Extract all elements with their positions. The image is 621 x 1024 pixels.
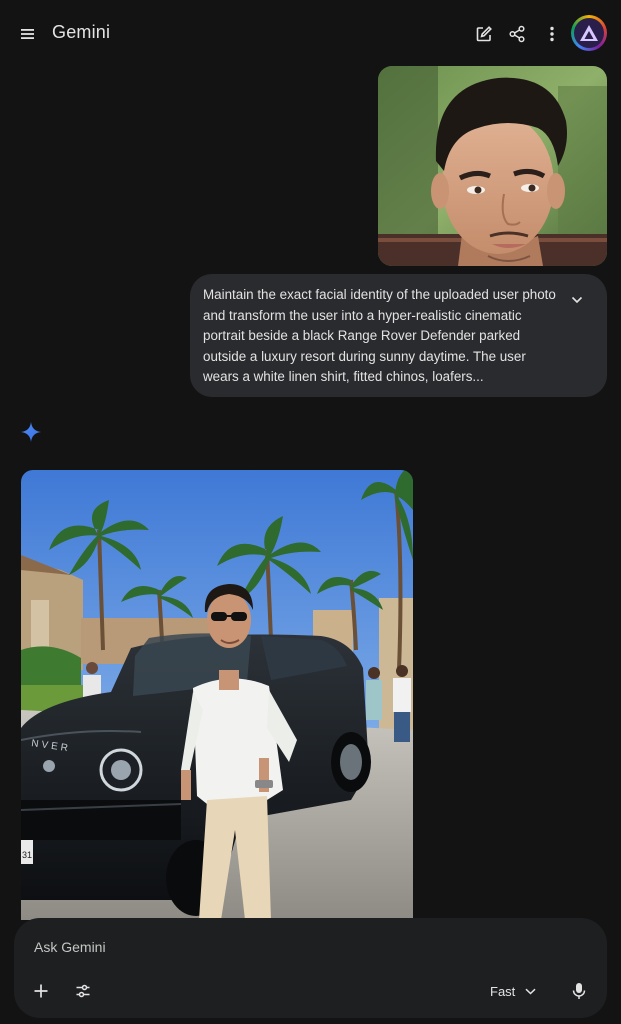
user-uploaded-photo[interactable] — [378, 66, 607, 266]
tools-button[interactable] — [70, 978, 96, 1004]
plate-text: 31 — [22, 850, 32, 860]
share-icon — [509, 25, 525, 43]
microphone-button[interactable] — [566, 978, 592, 1004]
app-title: Gemini — [52, 22, 111, 42]
user-prompt-text: Maintain the exact facial identity of th… — [203, 287, 556, 384]
expand-prompt-button[interactable] — [567, 290, 587, 310]
add-button[interactable] — [28, 978, 54, 1004]
mode-selector[interactable]: Fast — [490, 978, 536, 1004]
new-chat-button[interactable] — [470, 20, 498, 48]
share-button[interactable] — [503, 20, 531, 48]
user-prompt-bubble[interactable]: Maintain the exact facial identity of th… — [190, 274, 607, 397]
top-bar: Gemini — [0, 0, 621, 66]
new-chat-icon — [476, 26, 492, 42]
generated-image[interactable]: NVER 31 — [21, 470, 413, 920]
chevron-down-icon — [525, 988, 536, 995]
menu-button[interactable] — [14, 20, 42, 48]
avatar-logo — [574, 18, 604, 48]
menu-icon — [21, 29, 34, 39]
composer: Fast — [14, 918, 607, 1018]
mode-label: Fast — [490, 983, 516, 999]
more-vert-icon — [550, 26, 554, 42]
chevron-down-icon — [571, 296, 583, 304]
tune-icon — [76, 984, 90, 998]
plus-icon — [34, 984, 48, 998]
gemini-sparkle-icon — [19, 420, 43, 444]
more-options-button[interactable] — [538, 20, 566, 48]
microphone-icon — [572, 983, 586, 999]
ask-input[interactable] — [34, 935, 484, 959]
avatar[interactable] — [571, 15, 607, 51]
